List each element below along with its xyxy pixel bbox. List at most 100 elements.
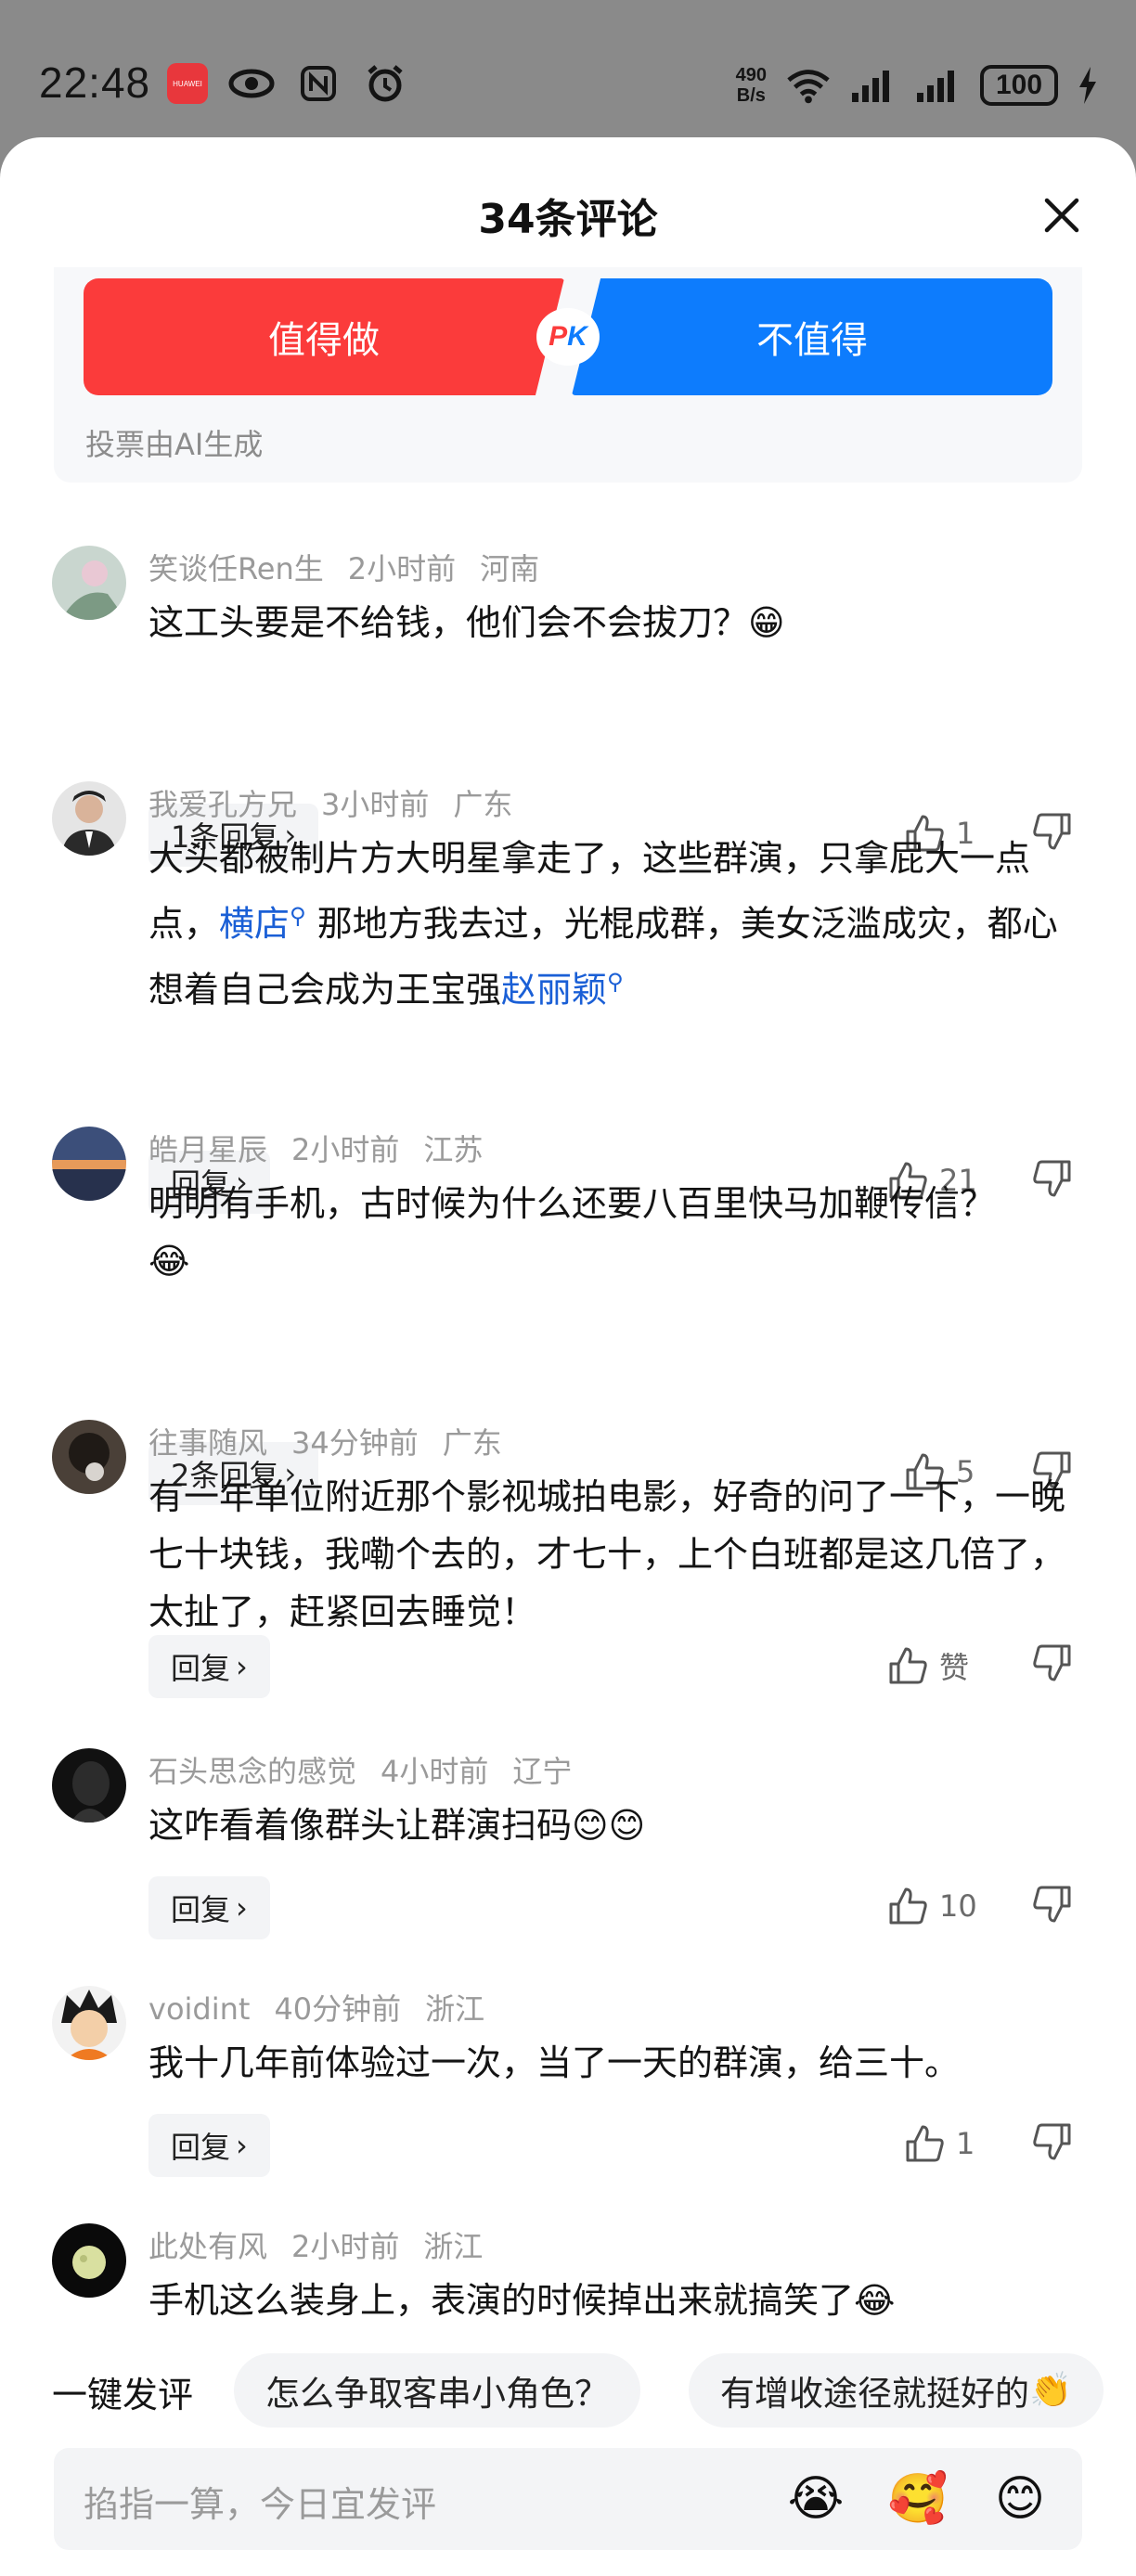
net-speed: 490 B/s — [735, 65, 767, 106]
comment-location: 河南 — [480, 551, 540, 586]
vote-worth-button[interactable]: 值得做 — [84, 278, 564, 395]
comment-user[interactable]: 石头思念的感觉 — [148, 1754, 356, 1789]
status-right-icons: 490 B/s 100 — [736, 58, 1099, 113]
comment-user[interactable]: voidint — [148, 1991, 250, 2027]
avatar[interactable] — [52, 2223, 126, 2298]
avatar[interactable] — [52, 1748, 126, 1823]
comment-location: 浙江 — [425, 1991, 485, 2027]
pk-vote-card: 值得做 不值得 PK 投票由AI生成 — [54, 267, 1082, 483]
comments-sheet: 34条评论 值得做 不值得 PK 投票由AI生成 笑谈任Ren生 2小时前 河南 这… — [0, 137, 1136, 2576]
like-button[interactable]: 赞 — [887, 1644, 969, 1687]
comment-time: 3小时前 — [321, 787, 430, 822]
comment-emoji: 😊😊 — [572, 1805, 646, 1846]
comment-text: 这工头要是不给钱，他们会不会拔刀？😁 — [148, 602, 785, 643]
quick-comment-label: 一键发评 — [52, 2375, 194, 2415]
comment-time: 2小时前 — [347, 551, 457, 586]
emoji-button-hug[interactable]: 🥰 — [885, 2467, 950, 2531]
avatar[interactable] — [52, 1420, 126, 1494]
chevron-right-icon: › — [236, 1890, 248, 1926]
like-button[interactable]: 10 — [887, 1886, 977, 1926]
comment-user[interactable]: 我爱孔方兄 — [148, 787, 297, 822]
like-count: 1 — [956, 2126, 975, 2161]
like-count: 赞 — [939, 1650, 970, 1685]
search-icon: ⚲ — [290, 903, 306, 929]
comment-time: 2小时前 — [291, 1132, 400, 1167]
status-time: 22:48 — [39, 58, 151, 107]
chevron-right-icon: › — [236, 2128, 248, 2163]
comment-user[interactable]: 往事随风 — [148, 1425, 267, 1461]
reply-button[interactable]: 回复 › — [148, 2114, 270, 2177]
comment-meta: voidint 40分钟前 浙江 — [148, 1986, 509, 2029]
nfc-icon — [295, 63, 342, 104]
thumbs-up-icon — [906, 2125, 944, 2162]
comment-input[interactable]: 掐指一算，今日宜发评 😭 🥰 😊 — [54, 2448, 1082, 2550]
signal-icon-2 — [915, 65, 962, 106]
like-count: 10 — [939, 1888, 977, 1924]
comment-meta: 石头思念的感觉 4小时前 辽宁 — [148, 1748, 596, 1791]
close-button[interactable] — [1032, 186, 1091, 245]
search-icon: ⚲ — [607, 968, 624, 995]
reply-button[interactable]: 回复 › — [148, 1876, 270, 1939]
comment-meta: 往事随风 34分钟前 广东 — [148, 1420, 526, 1462]
comment-meta: 此处有风 2小时前 浙江 — [148, 2223, 507, 2266]
battery-indicator: 100 — [980, 65, 1058, 106]
pk-badge: PK — [536, 308, 600, 366]
like-button[interactable]: 1 — [904, 2123, 975, 2164]
comment-location: 江苏 — [423, 1132, 484, 1167]
pk-vote-row: 值得做 不值得 PK — [84, 278, 1052, 395]
comment-meta: 我爱孔方兄 3小时前 广东 — [148, 781, 536, 824]
comment-emoji: 😂 — [148, 1241, 190, 1282]
avatar[interactable] — [52, 546, 126, 620]
thumbs-down-icon — [1033, 1644, 1071, 1681]
comment-location: 广东 — [453, 787, 513, 822]
emoji-button-crying[interactable]: 😭 — [783, 2467, 848, 2531]
close-icon — [1044, 198, 1079, 233]
comment-input-placeholder: 掐指一算，今日宜发评 — [84, 2484, 437, 2525]
comment-time: 4小时前 — [381, 1754, 489, 1789]
comment-location: 辽宁 — [512, 1754, 573, 1789]
comment-user[interactable]: 皓月星辰 — [148, 1132, 267, 1167]
search-link[interactable]: 赵丽颖 — [501, 969, 607, 1010]
emoji-button-smile[interactable]: 😊 — [988, 2467, 1052, 2531]
comment-text: 手机这么装身上，表演的时候掉出来就搞笑了😂 — [148, 2280, 896, 2321]
comment-text: 大头都被制片方大明星拿走了，这些群演，只拿屁大一点点，横店⚲ 那地方我去过，光棍… — [148, 838, 1058, 1011]
wifi-icon — [785, 65, 832, 106]
comment-location: 浙江 — [423, 2229, 484, 2264]
signal-icon-1 — [850, 65, 897, 106]
comment-location: 广东 — [442, 1425, 502, 1461]
chevron-right-icon: › — [236, 1649, 248, 1684]
comment-text: 我十几年前体验过一次，当了一天的群演，给三十。 — [148, 2042, 961, 2083]
search-link[interactable]: 横店 — [219, 904, 290, 945]
clap-emoji: 👏 — [1029, 2370, 1073, 2410]
comment-emoji: 😁 — [748, 602, 785, 643]
comment-emoji: 😂 — [854, 2280, 896, 2321]
status-left-icons: HUAWEI — [167, 61, 408, 106]
reply-button[interactable]: 回复 › — [148, 1635, 270, 1698]
avatar[interactable] — [52, 1986, 126, 2060]
dislike-button[interactable] — [1032, 2121, 1080, 2170]
comment-time: 40分钟前 — [274, 1991, 402, 2027]
quick-comment-chip[interactable]: 有增收途径就挺好的 👏 — [689, 2353, 1104, 2428]
comment-user[interactable]: 此处有风 — [148, 2229, 267, 2264]
vote-not-worth-button[interactable]: 不值得 — [572, 278, 1052, 395]
comment-text: 明明有手机，古时候为什么还要八百里快马加鞭传信？ 😂 — [148, 1183, 996, 1282]
charging-icon — [1077, 65, 1099, 106]
thumbs-down-icon — [1033, 1886, 1071, 1923]
thumbs-up-icon — [889, 1887, 927, 1925]
dislike-button[interactable] — [1032, 1642, 1080, 1691]
comment-meta: 笑谈任Ren生 2小时前 河南 — [148, 546, 563, 588]
pk-note: 投票由AI生成 — [85, 427, 264, 462]
comment-time: 34分钟前 — [291, 1425, 419, 1461]
thumbs-down-icon — [1033, 2123, 1071, 2160]
quick-comment-row: 一键发评 怎么争取客串小角色？ 有增收途径就挺好的 👏 — [0, 2346, 1136, 2433]
avatar[interactable] — [52, 781, 126, 856]
comment-meta: 皓月星辰 2小时前 江苏 — [148, 1127, 507, 1169]
huawei-app-icon: HUAWEI — [167, 63, 208, 104]
avatar[interactable] — [52, 1127, 126, 1201]
quick-comment-chip[interactable]: 怎么争取客串小角色？ — [234, 2353, 640, 2428]
comment-text: 这咋看着像群头让群演扫码😊😊 — [148, 1805, 646, 1846]
sheet-title: 34条评论 — [478, 196, 658, 243]
dislike-button[interactable] — [1032, 1884, 1080, 1932]
alarm-icon — [362, 63, 408, 104]
comment-user[interactable]: 笑谈任Ren生 — [148, 551, 324, 586]
